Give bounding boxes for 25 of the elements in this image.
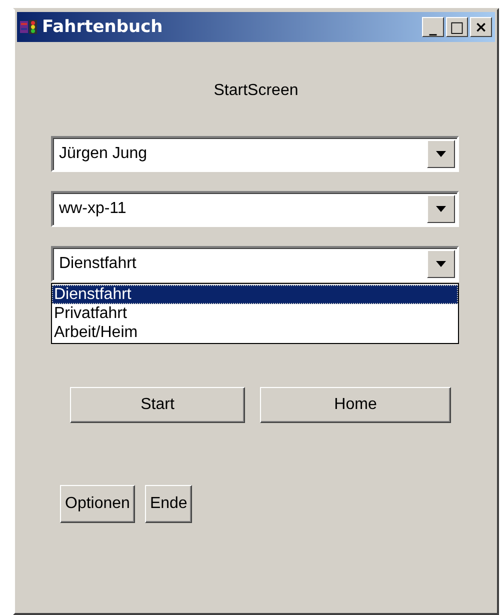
- button[interactable]: Home: [260, 387, 451, 423]
- dropdown-value: Jürgen Jung: [59, 145, 148, 163]
- dropdown[interactable]: Dienstfahrt: [51, 246, 459, 282]
- dropdown[interactable]: ww-xp-11: [51, 191, 459, 227]
- list-option[interactable]: Privatfahrt: [52, 304, 458, 323]
- dropdown-value: ww-xp-11: [59, 200, 128, 218]
- caret-icon: [436, 151, 446, 157]
- dropdown-button[interactable]: [427, 140, 455, 168]
- dropdown[interactable]: Jürgen Jung: [51, 136, 459, 172]
- dropdown-value: Dienstfahrt: [59, 255, 138, 273]
- button[interactable]: Start: [70, 387, 245, 423]
- maximize-button[interactable]: □: [446, 17, 468, 37]
- list-option[interactable]: Arbeit/Heim: [52, 323, 458, 342]
- button[interactable]: Optionen: [60, 485, 135, 523]
- screen-heading: StartScreen: [214, 82, 298, 100]
- app-icon: [20, 19, 38, 35]
- caret-icon: [436, 206, 446, 212]
- list-option[interactable]: Dienstfahrt: [52, 285, 458, 304]
- minimize-button[interactable]: _: [422, 17, 444, 37]
- caret-icon: [436, 261, 446, 267]
- dropdown-button[interactable]: [427, 195, 455, 223]
- window-title: Fahrtenbuch: [42, 17, 164, 37]
- dropdown-button[interactable]: [427, 250, 455, 278]
- close-button[interactable]: ×: [470, 17, 492, 37]
- button[interactable]: Ende: [144, 485, 192, 523]
